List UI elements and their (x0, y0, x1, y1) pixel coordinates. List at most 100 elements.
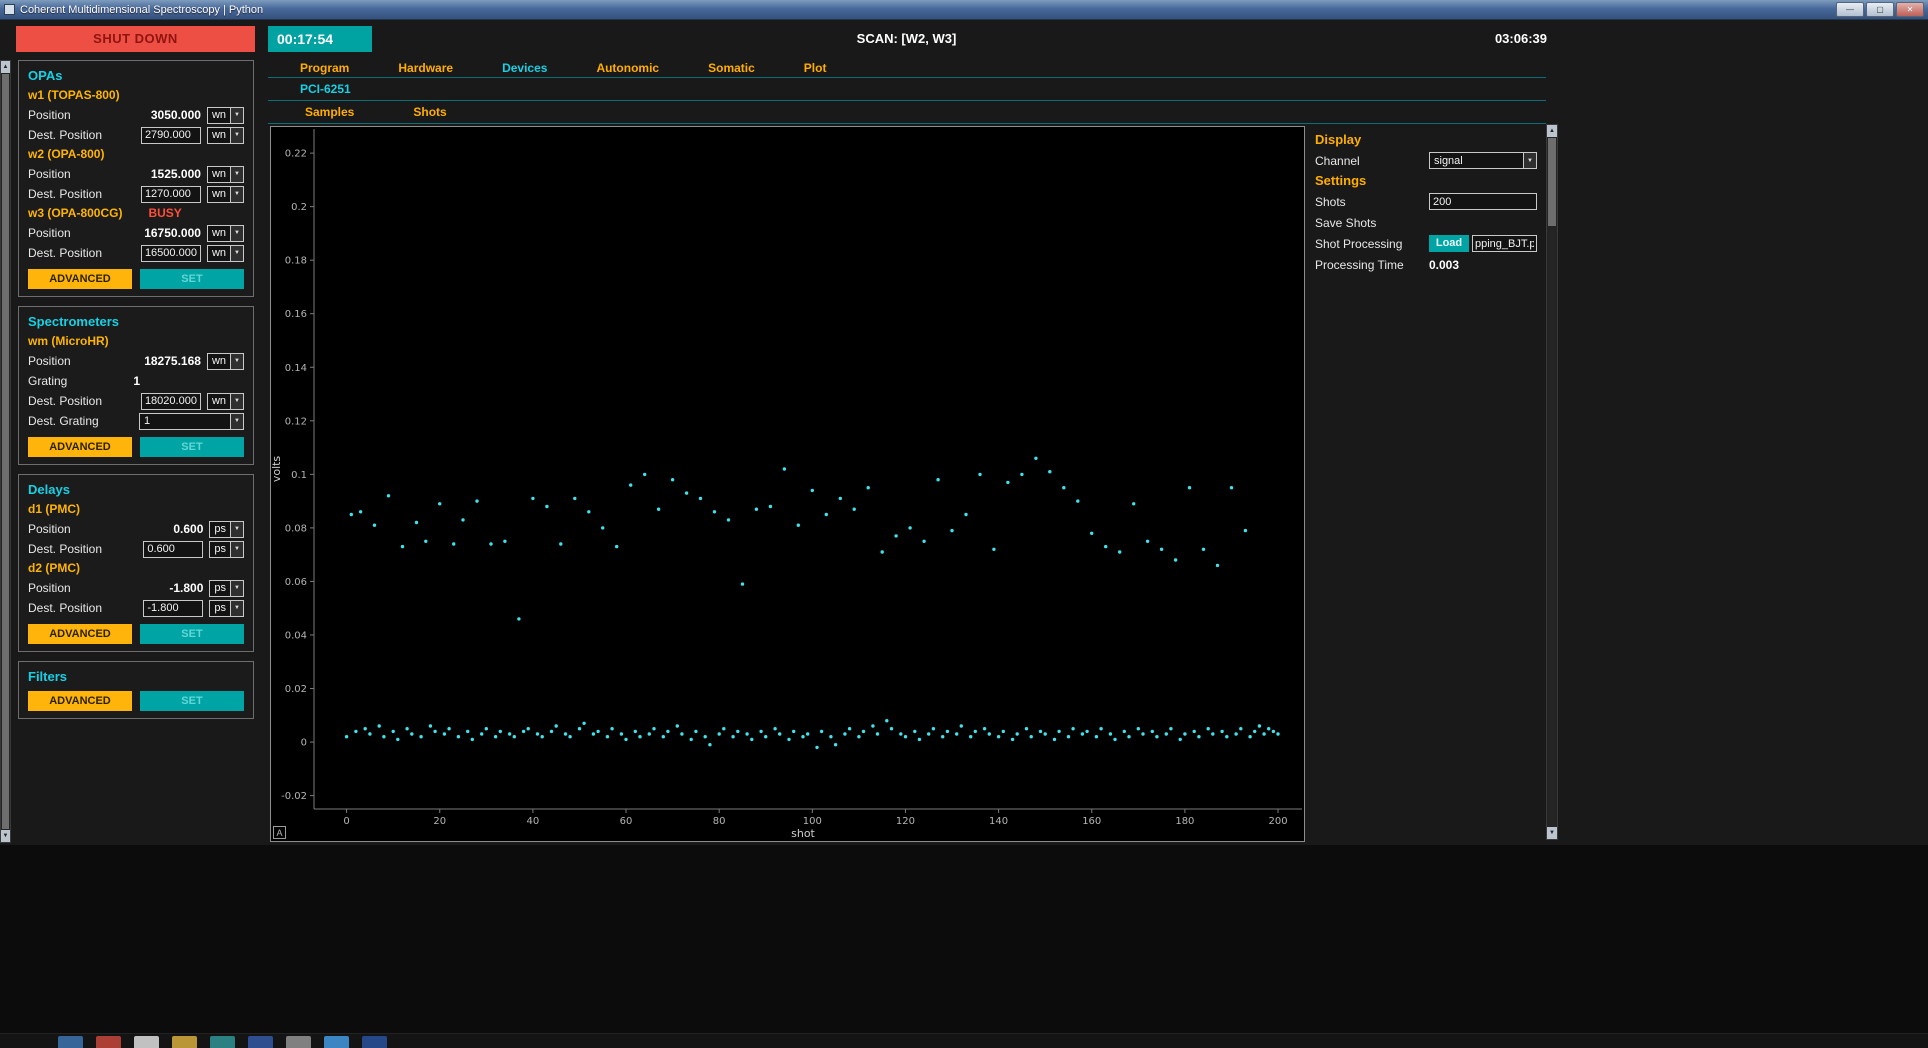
processing-file-input[interactable] (1472, 235, 1537, 252)
taskbar-app-icon[interactable] (58, 1036, 83, 1048)
tab-program[interactable]: Program (300, 61, 349, 75)
chevron-down-icon[interactable]: ▼ (230, 167, 243, 182)
close-icon[interactable]: ✕ (1896, 2, 1924, 17)
tab-shots[interactable]: Shots (413, 105, 446, 119)
wm-dest-grating-combo[interactable]: 1▼ (139, 413, 244, 430)
w2-dest-position-input[interactable] (141, 186, 201, 203)
wm-units-combo[interactable]: wn▼ (207, 353, 244, 370)
tab-somatic[interactable]: Somatic (708, 61, 755, 75)
maximize-icon[interactable]: ▢ (1866, 2, 1894, 17)
display-settings-panel: Display Channel signal▼ Settings Shots S… (1315, 126, 1545, 842)
topbar: SHUT DOWN 00:17:54 SCAN: [W2, W3] 03:06:… (0, 20, 1928, 58)
wm-dest-units-combo[interactable]: wn▼ (207, 393, 244, 410)
chevron-down-icon[interactable]: ▼ (230, 522, 243, 537)
tab-samples[interactable]: Samples (305, 105, 354, 119)
tab-plot[interactable]: Plot (804, 61, 827, 75)
opas-advanced-button[interactable]: ADVANCED (28, 269, 132, 289)
w1-dest-position-input[interactable] (141, 127, 201, 144)
opas-set-button[interactable]: SET (140, 269, 244, 289)
d1-units-combo[interactable]: ps▼ (209, 521, 244, 538)
tab-pci-6251[interactable]: PCI-6251 (300, 82, 351, 96)
processing-time-label: Processing Time (1315, 258, 1429, 272)
w3-dest-units-combo[interactable]: wn▼ (207, 245, 244, 262)
w3-dest-row: Dest. Position wn▼ (28, 244, 244, 262)
shots-plot[interactable]: -0.0200.020.040.060.080.10.120.140.160.1… (270, 126, 1305, 842)
taskbar-app-icon[interactable] (286, 1036, 311, 1048)
tab-devices[interactable]: Devices (502, 61, 547, 75)
w1-dest-units-combo[interactable]: wn▼ (207, 127, 244, 144)
svg-text:0.12: 0.12 (285, 416, 307, 427)
window-titlebar[interactable]: Coherent Multidimensional Spectroscopy |… (0, 0, 1928, 20)
chevron-down-icon[interactable]: ▼ (230, 601, 243, 616)
shots-plot-canvas[interactable]: -0.0200.020.040.060.080.10.120.140.160.1… (271, 127, 1304, 841)
w3-units-combo[interactable]: wn▼ (207, 225, 244, 242)
w3-position-value: 16750.000 (144, 226, 201, 240)
filters-advanced-button[interactable]: ADVANCED (28, 691, 132, 711)
tab-autonomic[interactable]: Autonomic (596, 61, 659, 75)
svg-text:0.18: 0.18 (285, 256, 307, 267)
taskbar-app-icon[interactable] (172, 1036, 197, 1048)
svg-text:0.22: 0.22 (285, 149, 307, 160)
dest-position-label: Dest. Position (28, 128, 102, 142)
chevron-down-icon[interactable]: ▼ (230, 187, 243, 202)
autoscale-button[interactable]: A (273, 826, 286, 839)
combo-value: wn (208, 227, 230, 239)
chevron-down-icon[interactable]: ▼ (230, 128, 243, 143)
taskbar-app-icon[interactable] (210, 1036, 235, 1048)
svg-text:40: 40 (527, 816, 540, 827)
chevron-down-icon[interactable]: ▼ (230, 414, 243, 429)
w3-dest-position-input[interactable] (141, 245, 201, 262)
d2-dest-position-input[interactable] (143, 600, 203, 617)
spectrometers-set-button[interactable]: SET (140, 437, 244, 457)
shutdown-button[interactable]: SHUT DOWN (16, 26, 255, 52)
chevron-down-icon[interactable]: ▼ (230, 394, 243, 409)
d2-dest-units-combo[interactable]: ps▼ (209, 600, 244, 617)
filters-set-button[interactable]: SET (140, 691, 244, 711)
w1-units-combo[interactable]: wn▼ (207, 107, 244, 124)
scrollbar-thumb[interactable] (1548, 138, 1556, 226)
scroll-up-icon[interactable]: ▲ (1547, 125, 1557, 137)
tab-hardware[interactable]: Hardware (398, 61, 453, 75)
taskbar-app-icon[interactable] (248, 1036, 273, 1048)
taskbar[interactable] (0, 1033, 1928, 1048)
wm-dest-position-input[interactable] (141, 393, 201, 410)
chevron-down-icon[interactable]: ▼ (230, 108, 243, 123)
combo-value: wn (208, 247, 230, 259)
d2-units-combo[interactable]: ps▼ (209, 580, 244, 597)
chevron-down-icon[interactable]: ▼ (1523, 153, 1536, 168)
main-scrollbar[interactable]: ▲ ▼ (1546, 124, 1558, 840)
delays-advanced-button[interactable]: ADVANCED (28, 624, 132, 644)
scroll-down-icon[interactable]: ▼ (1, 830, 10, 842)
d1-dest-units-combo[interactable]: ps▼ (209, 541, 244, 558)
taskbar-app-icon[interactable] (134, 1036, 159, 1048)
combo-value: ps (210, 523, 230, 535)
scroll-down-icon[interactable]: ▼ (1547, 827, 1557, 839)
w2-units-combo[interactable]: wn▼ (207, 166, 244, 183)
load-button[interactable]: Load (1429, 235, 1469, 252)
d1-dest-position-input[interactable] (143, 541, 203, 558)
taskbar-app-icon[interactable] (96, 1036, 121, 1048)
svg-text:120: 120 (896, 816, 915, 827)
section-filters: Filters ADVANCED SET (18, 661, 254, 719)
shots-row: Shots (1315, 191, 1545, 212)
minimize-icon[interactable]: — (1836, 2, 1864, 17)
spectrometers-header: Spectrometers (28, 314, 244, 329)
hardware-sidebar: OPAs w1 (TOPAS-800) Position 3050.000 wn… (11, 58, 261, 845)
chevron-down-icon[interactable]: ▼ (230, 581, 243, 596)
sidebar-scrollbar[interactable]: ▲ ▼ (0, 60, 11, 843)
delays-set-button[interactable]: SET (140, 624, 244, 644)
spectrometers-advanced-button[interactable]: ADVANCED (28, 437, 132, 457)
w2-dest-units-combo[interactable]: wn▼ (207, 186, 244, 203)
scroll-up-icon[interactable]: ▲ (1, 61, 10, 73)
taskbar-app-icon[interactable] (324, 1036, 349, 1048)
chevron-down-icon[interactable]: ▼ (230, 246, 243, 261)
shots-input[interactable] (1429, 193, 1537, 210)
scrollbar-thumb[interactable] (2, 74, 9, 829)
chevron-down-icon[interactable]: ▼ (230, 542, 243, 557)
channel-combo[interactable]: signal▼ (1429, 152, 1537, 169)
position-label: Position (28, 226, 71, 240)
opas-header: OPAs (28, 68, 244, 83)
taskbar-app-icon[interactable] (362, 1036, 387, 1048)
chevron-down-icon[interactable]: ▼ (230, 354, 243, 369)
chevron-down-icon[interactable]: ▼ (230, 226, 243, 241)
